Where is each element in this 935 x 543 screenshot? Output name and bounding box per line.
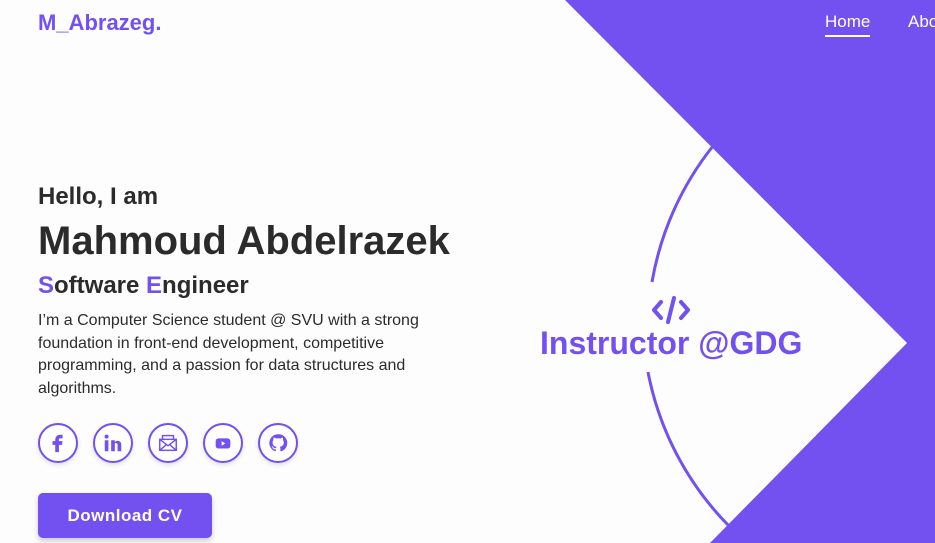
instructor-label: Instructor @GDG	[540, 325, 803, 361]
github-icon	[269, 434, 288, 452]
nav-link-home[interactable]: Home	[825, 12, 871, 37]
hero-greeting: Hello, I am	[38, 183, 159, 210]
hero-role: Software Engineer	[38, 270, 458, 302]
code-icon	[652, 296, 690, 324]
facebook-icon	[52, 434, 63, 453]
youtube-link[interactable]	[203, 423, 243, 463]
email-link[interactable]	[148, 423, 188, 463]
nav-link-about[interactable]: About	[908, 12, 935, 32]
download-cv-button[interactable]: Download CV	[38, 493, 212, 538]
hero-name: Mahmoud Abdelrazek	[38, 219, 450, 263]
site-logo[interactable]: M_Abrazeg.	[38, 10, 161, 36]
social-links	[38, 423, 298, 463]
youtube-icon	[215, 438, 231, 449]
role-initial-e: E	[146, 272, 163, 299]
facebook-link[interactable]	[38, 423, 78, 463]
role-text-2: ngineer	[162, 272, 249, 299]
role-initial-s: S	[38, 272, 55, 299]
github-link[interactable]	[258, 423, 298, 463]
linkedin-link[interactable]	[93, 423, 133, 463]
email-icon	[159, 434, 177, 452]
hero-intro: Hello, I am Mahmoud Abdelrazek Software …	[38, 182, 458, 400]
role-text-1: oftware	[54, 272, 147, 299]
linkedin-icon	[104, 434, 122, 452]
instructor-badge: Instructor @GDG	[540, 295, 802, 361]
hero-bio: I’m a Computer Science student @ SVU wit…	[38, 312, 419, 397]
